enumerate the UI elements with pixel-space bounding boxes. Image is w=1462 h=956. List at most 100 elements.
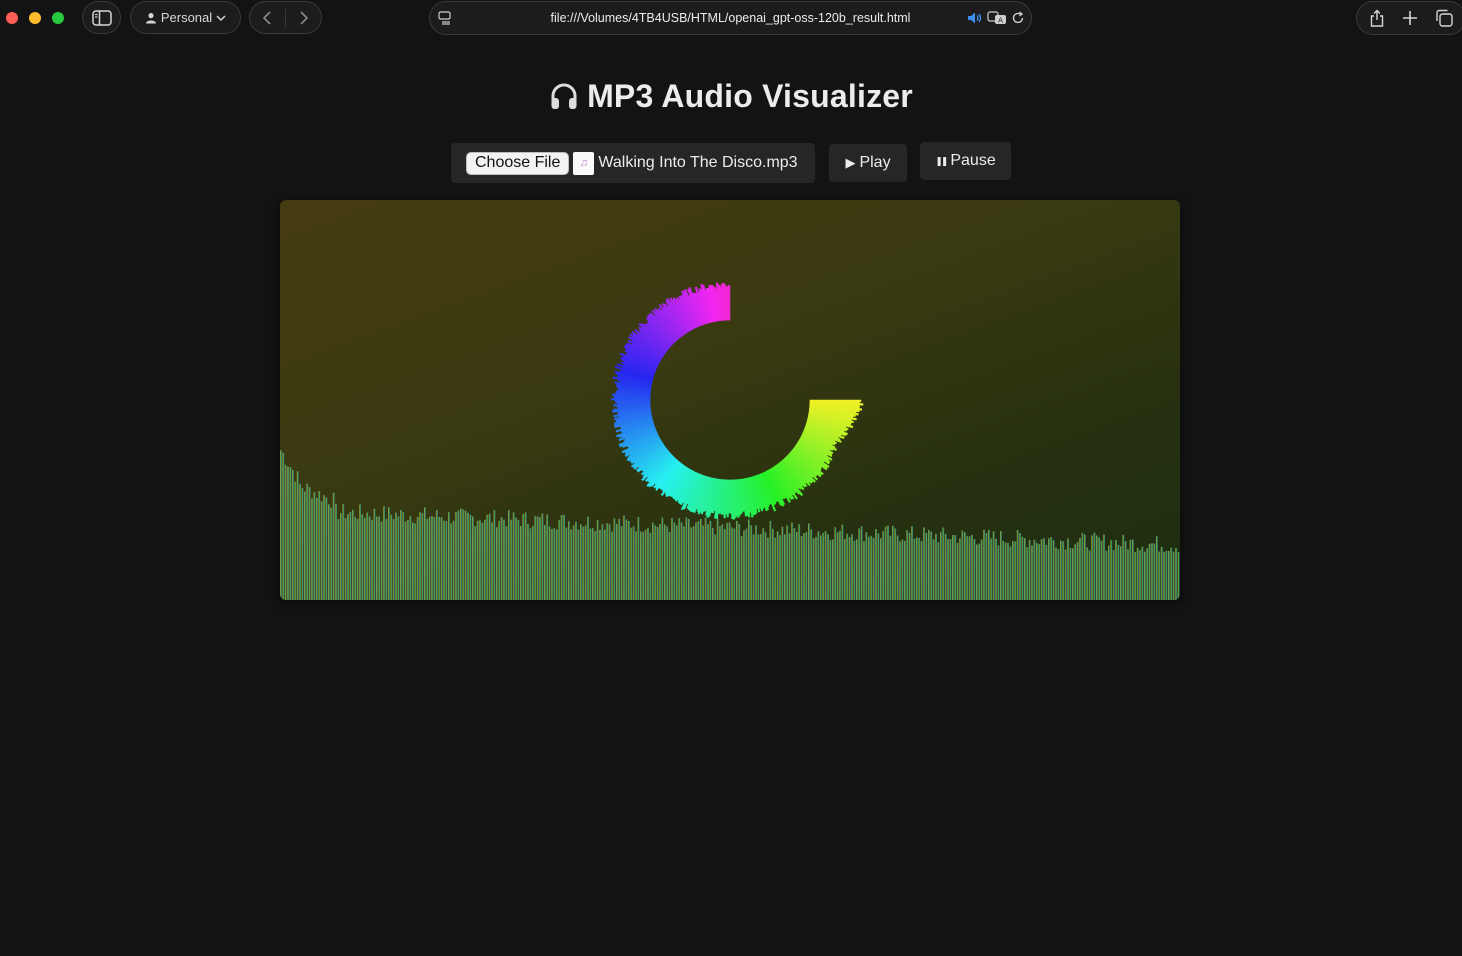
frequency-bar [1019, 533, 1021, 600]
frequency-bar [721, 524, 724, 600]
frequency-bar [690, 527, 693, 600]
frequency-bar [968, 536, 971, 600]
frequency-bar [1086, 547, 1089, 600]
frequency-bar [424, 507, 426, 600]
frequency-bar [736, 520, 738, 600]
frequency-bar [292, 469, 294, 600]
frequency-bar [512, 512, 515, 600]
frequency-bar [668, 532, 671, 600]
zoom-window-button[interactable] [52, 12, 64, 24]
frequency-bar [400, 510, 402, 600]
frequency-bar [688, 518, 690, 600]
frequency-bar [642, 531, 645, 600]
frequency-bar [745, 528, 748, 600]
sidebar-toggle-button[interactable] [82, 1, 121, 34]
frequency-bar [755, 525, 757, 600]
frequency-bar [587, 516, 589, 600]
frequency-bar [654, 525, 657, 600]
frequency-bar [683, 526, 685, 600]
frequency-bar [848, 537, 851, 600]
frequency-bar [664, 524, 666, 600]
frequency-bar [700, 518, 702, 600]
translate-icon[interactable]: A [987, 11, 1007, 25]
frequency-bar [697, 521, 700, 600]
close-window-button[interactable] [6, 12, 18, 24]
frequency-bar [796, 531, 798, 600]
frequency-bar [412, 522, 414, 600]
frequency-bar [299, 483, 301, 600]
frequency-bar [913, 538, 916, 600]
frequency-bar [1160, 546, 1163, 600]
frequency-bar [1091, 535, 1093, 600]
frequency-bar [1144, 551, 1146, 600]
frequency-bar [1040, 539, 1043, 600]
frequency-bar [520, 526, 522, 600]
frequency-bar [812, 538, 815, 600]
frequency-bar [724, 529, 726, 600]
frequency-bar [764, 532, 767, 600]
speaker-icon[interactable] [967, 11, 983, 25]
pause-button[interactable]: ❚❚ Pause [920, 142, 1011, 180]
frequency-bar [673, 522, 676, 600]
frequency-bar [817, 531, 820, 600]
frequency-bar [1012, 541, 1014, 600]
frequency-bar [659, 524, 661, 600]
address-bar[interactable]: file:///Volumes/4TB4USB/HTML/openai_gpt-… [429, 1, 1032, 35]
frequency-bar [280, 450, 282, 600]
play-icon: ▶ [845, 155, 856, 170]
frequency-bar [920, 541, 923, 600]
frequency-bar [964, 532, 966, 600]
frequency-bar [1052, 540, 1055, 600]
frequency-bar [973, 539, 976, 600]
frequency-bar [592, 528, 594, 600]
frequency-bar [304, 491, 306, 600]
frequency-bar [827, 534, 829, 600]
frequency-bar [676, 525, 678, 600]
frequency-bar [904, 540, 906, 600]
frequency-bars [280, 450, 1180, 600]
frequency-bar [618, 518, 621, 600]
frequency-bar [311, 498, 313, 600]
frequency-bar [544, 525, 546, 600]
frequency-bar [1175, 547, 1177, 600]
frequency-bar [779, 535, 781, 600]
back-arrow-icon[interactable] [262, 10, 272, 26]
sidebar-icon [91, 9, 112, 26]
choose-file-button[interactable]: Choose File [466, 151, 570, 175]
frequency-bar [767, 537, 769, 600]
new-tab-icon[interactable] [1402, 10, 1418, 26]
frequency-bar [1084, 534, 1086, 600]
frequency-bar [880, 538, 882, 600]
selected-file-name: Walking Into The Disco.mp3 [598, 154, 798, 171]
frequency-bar [282, 452, 285, 600]
file-input[interactable]: Choose File ♫ Walking Into The Disco.mp3 [451, 143, 815, 183]
share-icon[interactable] [1369, 9, 1385, 27]
frequency-bar [599, 529, 601, 600]
frequency-bar [560, 515, 563, 600]
frequency-bar [426, 518, 429, 600]
play-button[interactable]: ▶ Play [829, 144, 907, 182]
reload-icon[interactable] [1011, 11, 1025, 25]
chevron-down-icon [216, 14, 226, 21]
frequency-bar [452, 520, 455, 600]
frequency-bar [661, 517, 664, 600]
frequency-bar [402, 512, 405, 600]
frequency-bar [572, 525, 575, 600]
profile-menu-button[interactable]: Personal [130, 1, 241, 34]
frequency-bar [1028, 539, 1031, 600]
frequency-bar [1151, 543, 1153, 600]
forward-arrow-icon[interactable] [299, 10, 309, 26]
frequency-bar [625, 519, 628, 600]
frequency-bar [1081, 532, 1084, 600]
frequency-bar [1096, 535, 1098, 600]
frequency-bar [301, 488, 304, 600]
frequency-bar [738, 523, 741, 600]
minimize-window-button[interactable] [29, 12, 41, 24]
frequency-bar [851, 534, 853, 600]
frequency-bar [1026, 547, 1029, 600]
frequency-bar [553, 528, 556, 600]
frequency-bar [541, 513, 544, 600]
tab-overview-icon[interactable] [1435, 9, 1453, 27]
frequency-bar [844, 539, 846, 600]
frequency-bar [1117, 544, 1120, 600]
